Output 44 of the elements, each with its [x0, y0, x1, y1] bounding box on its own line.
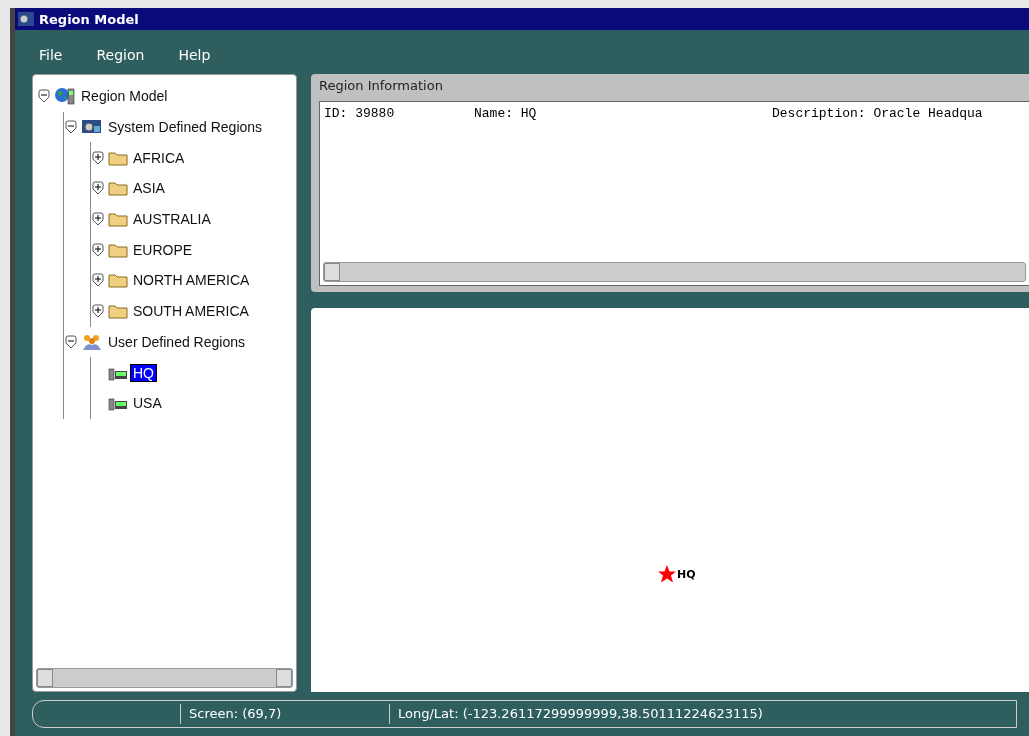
tree-item[interactable]: AFRICA: [131, 149, 187, 166]
folder-icon: [108, 272, 128, 289]
horizontal-scrollbar[interactable]: [323, 262, 1026, 282]
expand-icon[interactable]: [91, 212, 105, 227]
name-text: Name: HQ: [474, 106, 538, 123]
folder-icon: [108, 303, 128, 320]
menu-item[interactable]: File: [25, 44, 77, 66]
tree-item[interactable]: NORTH AMERICA: [131, 272, 252, 289]
star-icon[interactable]: [657, 564, 677, 584]
description-text: Description: Oracle Headqua: [772, 106, 983, 123]
menu-item[interactable]: Region: [82, 44, 159, 66]
folder-icon: [108, 180, 128, 197]
collapse-icon[interactable]: [64, 334, 78, 349]
id-text: ID: 39880: [324, 106, 396, 123]
long-lat-coordinates: Long/Lat: (-123.26117299999999,38.50111224623115): [389, 704, 763, 724]
tree-item[interactable]: System Defined Regions: [106, 119, 265, 136]
globe-phone-icon: [54, 87, 76, 106]
tree-item[interactable]: SOUTH AMERICA: [131, 303, 251, 320]
expand-icon[interactable]: [91, 242, 105, 257]
expand-icon[interactable]: [91, 181, 105, 196]
tree-item[interactable]: User Defined Regions: [106, 333, 247, 350]
tree-item[interactable]: ASIA: [131, 180, 167, 197]
folder-icon: [108, 149, 128, 166]
tree-item[interactable]: AUSTRALIA: [131, 211, 213, 228]
expand-icon[interactable]: [91, 273, 105, 288]
tree-item[interactable]: USA: [131, 395, 164, 412]
folder-icon: [108, 211, 128, 228]
expand-icon[interactable]: [91, 304, 105, 319]
collapse-icon[interactable]: [37, 89, 51, 104]
screen-coordinates: Screen: (69,7): [180, 704, 389, 724]
app-icon: [17, 11, 35, 27]
tree-item[interactable]: HQ: [131, 364, 156, 381]
tree-item[interactable]: EUROPE: [131, 241, 195, 258]
folder-icon: [108, 241, 128, 258]
marker-label: HQ: [677, 567, 696, 581]
people-icon: [81, 332, 103, 351]
group-title: Region Information: [319, 78, 444, 93]
tree-item[interactable]: Region Model: [79, 88, 170, 105]
window-title: Region Model: [39, 11, 139, 27]
horizontal-scrollbar[interactable]: [36, 668, 293, 688]
collapse-icon[interactable]: [64, 120, 78, 135]
menu-item[interactable]: Help: [164, 44, 225, 66]
phone-device-icon: [108, 395, 128, 412]
expand-icon[interactable]: [91, 150, 105, 165]
